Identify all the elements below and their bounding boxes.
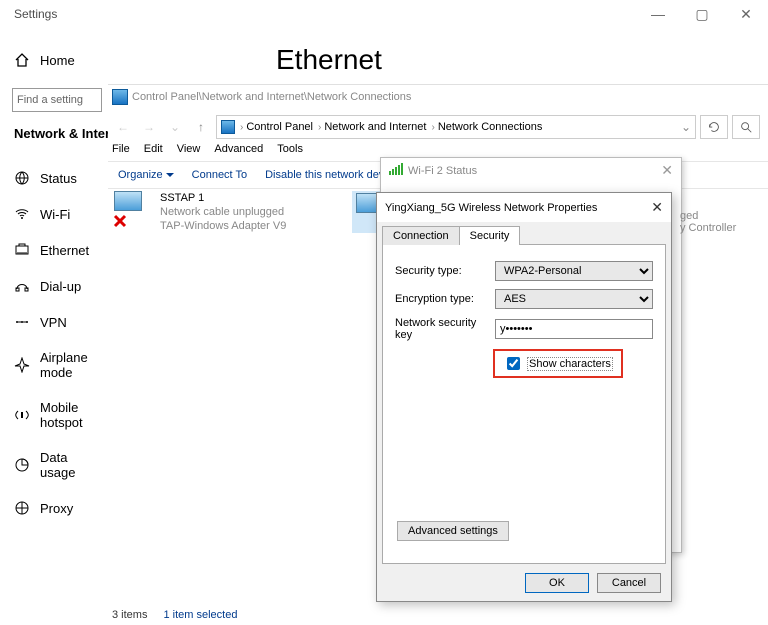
sidebar-item-label: Ethernet xyxy=(40,243,89,258)
recent-button[interactable]: ⌄ xyxy=(164,116,186,138)
show-characters-checkbox[interactable] xyxy=(507,357,520,370)
encryption-type-label: Encryption type: xyxy=(395,293,495,305)
refresh-button[interactable] xyxy=(700,115,728,139)
sidebar-item-label: Airplane mode xyxy=(40,350,90,380)
chevron-down-icon[interactable]: ⌄ xyxy=(681,120,691,134)
signal-bars-icon xyxy=(389,163,403,178)
home-label: Home xyxy=(40,53,75,68)
cancel-button[interactable]: Cancel xyxy=(597,573,661,593)
adapter-icon xyxy=(112,191,154,227)
window-controls: — ▢ ✕ xyxy=(636,0,768,28)
back-button[interactable]: ← xyxy=(112,116,134,138)
item-selected: 1 item selected xyxy=(163,609,237,621)
side-nav: Status Wi-Fi Ethernet Dial-up VPN Airpla… xyxy=(0,160,104,526)
minimize-button[interactable]: — xyxy=(636,0,680,28)
maximize-button[interactable]: ▢ xyxy=(680,0,724,28)
security-type-label: Security type: xyxy=(395,265,495,277)
network-item-sstap[interactable]: SSTAP 1 Network cable unplugged TAP-Wind… xyxy=(112,191,312,233)
data-usage-icon xyxy=(14,457,30,473)
proxy-icon xyxy=(14,500,30,516)
organize-button[interactable]: Organize xyxy=(118,169,174,181)
sidebar-item-dialup[interactable]: Dial-up xyxy=(0,268,104,304)
sidebar-item-label: Wi-Fi xyxy=(40,207,70,222)
advanced-settings-button[interactable]: Advanced settings xyxy=(397,521,509,541)
truncated-text-1: ged xyxy=(680,210,698,222)
error-x-icon xyxy=(112,213,128,229)
chevron-down-icon xyxy=(166,173,174,177)
wifi-icon xyxy=(14,206,30,222)
menu-advanced[interactable]: Advanced xyxy=(214,143,263,155)
sidebar-item-hotspot[interactable]: Mobile hotspot xyxy=(0,390,104,440)
status-bar: 3 items 1 item selected xyxy=(112,609,237,621)
breadcrumb[interactable]: ›Control Panel ›Network and Internet ›Ne… xyxy=(216,115,696,139)
sidebar-item-ethernet[interactable]: Ethernet xyxy=(0,232,104,268)
home-row[interactable]: Home xyxy=(14,52,75,68)
find-setting-placeholder: Find a setting xyxy=(17,94,83,106)
sidebar-item-label: Data usage xyxy=(40,450,90,480)
nav-row: ← → ⌄ ↑ ›Control Panel ›Network and Inte… xyxy=(112,115,760,139)
menu-tools[interactable]: Tools xyxy=(277,143,303,155)
dialup-icon xyxy=(14,278,30,294)
security-key-input[interactable] xyxy=(495,319,653,339)
sidebar-item-airplane[interactable]: Airplane mode xyxy=(0,340,104,390)
wireless-properties-dialog: YingXiang_5G Wireless Network Properties… xyxy=(376,192,672,602)
tab-connection[interactable]: Connection xyxy=(382,226,460,245)
forward-button[interactable]: → xyxy=(138,116,160,138)
crumb-1[interactable]: Network and Internet xyxy=(324,121,426,133)
sidebar-item-wifi[interactable]: Wi-Fi xyxy=(0,196,104,232)
close-icon[interactable]: ✕ xyxy=(661,162,673,179)
sidebar-item-status[interactable]: Status xyxy=(0,160,104,196)
ok-button[interactable]: OK xyxy=(525,573,589,593)
items-area: SSTAP 1 Network cable unplugged TAP-Wind… xyxy=(112,191,402,233)
item-name: SSTAP 1 xyxy=(160,191,286,205)
dialog-title: YingXiang_5G Wireless Network Properties xyxy=(385,202,597,214)
tab-security[interactable]: Security xyxy=(459,226,521,245)
ethernet-icon xyxy=(14,242,30,258)
close-button[interactable]: ✕ xyxy=(724,0,768,28)
truncated-text-2: y Controller xyxy=(680,222,736,234)
control-panel-path: Control Panel\Network and Internet\Netwo… xyxy=(112,89,411,105)
hotspot-icon xyxy=(14,407,30,423)
sidebar-item-vpn[interactable]: VPN xyxy=(0,304,104,340)
menu-view[interactable]: View xyxy=(177,143,201,155)
show-characters-label: Show characters xyxy=(527,357,613,371)
sidebar-item-datausage[interactable]: Data usage xyxy=(0,440,104,490)
settings-header: Settings xyxy=(14,7,57,21)
sidebar-item-label: VPN xyxy=(40,315,67,330)
search-button[interactable] xyxy=(732,115,760,139)
sidebar-item-label: Proxy xyxy=(40,501,73,516)
control-panel-icon xyxy=(112,89,128,105)
wifi-status-title: Wi-Fi 2 Status xyxy=(408,165,477,177)
item-sub2: TAP-Windows Adapter V9 xyxy=(160,219,286,233)
sidebar-item-label: Mobile hotspot xyxy=(40,400,90,430)
security-type-select[interactable]: WPA2-Personal xyxy=(495,261,653,281)
up-button[interactable]: ↑ xyxy=(190,116,212,138)
encryption-type-select[interactable]: AES xyxy=(495,289,653,309)
menu-edit[interactable]: Edit xyxy=(144,143,163,155)
control-panel-icon xyxy=(221,120,235,134)
show-characters-highlight: Show characters xyxy=(493,349,623,378)
disable-device-button[interactable]: Disable this network device xyxy=(265,169,398,181)
menu-file[interactable]: File xyxy=(112,143,130,155)
menubar: File Edit View Advanced Tools xyxy=(112,143,303,155)
home-icon xyxy=(14,52,30,68)
close-icon[interactable]: ✕ xyxy=(651,199,663,216)
item-count: 3 items xyxy=(112,609,147,621)
tabs: Connection Security xyxy=(377,222,671,245)
globe-icon xyxy=(14,170,30,186)
vpn-icon xyxy=(14,314,30,330)
airplane-icon xyxy=(14,357,30,373)
sidebar-item-label: Dial-up xyxy=(40,279,81,294)
connect-to-button[interactable]: Connect To xyxy=(192,169,247,181)
security-key-label: Network security key xyxy=(395,317,495,341)
item-sub1: Network cable unplugged xyxy=(160,205,286,219)
crumb-2[interactable]: Network Connections xyxy=(438,121,543,133)
cp-path-text: Control Panel\Network and Internet\Netwo… xyxy=(132,91,411,103)
find-setting-input[interactable]: Find a setting xyxy=(12,88,102,112)
sidebar-item-proxy[interactable]: Proxy xyxy=(0,490,104,526)
crumb-0[interactable]: Control Panel xyxy=(246,121,313,133)
page-title: Ethernet xyxy=(276,44,382,76)
sidebar-item-label: Status xyxy=(40,171,77,186)
tab-body: Security type: WPA2-Personal Encryption … xyxy=(382,244,666,564)
